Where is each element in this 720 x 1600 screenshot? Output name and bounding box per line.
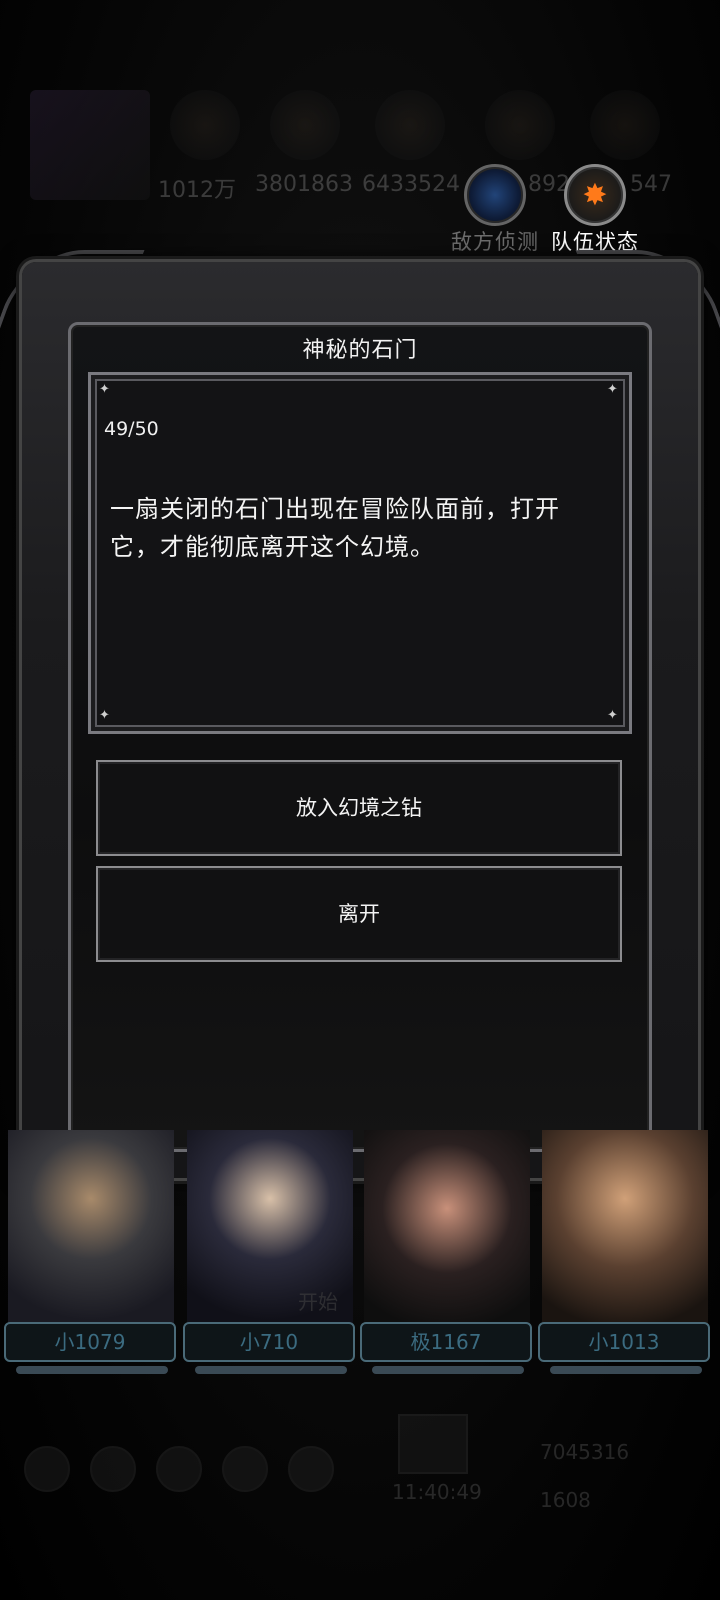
hero-energy-bar — [16, 1366, 168, 1374]
corner-star-icon: ✦ — [607, 708, 618, 723]
resource-icon — [590, 90, 660, 160]
enemy-scout-button[interactable]: 敌方侦测 — [440, 164, 550, 254]
team-status-button[interactable]: ✸ 队伍状态 — [540, 164, 650, 254]
hero-energy-bar — [195, 1366, 347, 1374]
menu-icon — [222, 1446, 268, 1492]
choice-insert-diamond-button[interactable]: 放入幻境之钻 — [96, 760, 622, 856]
menu-icon — [288, 1446, 334, 1492]
enemy-scout-label: 敌方侦测 — [451, 230, 539, 254]
story-line: 一扇关闭的石门出现在冒险队面前，打开 — [110, 495, 560, 523]
resource-value: 1012万 — [158, 178, 236, 203]
enemy-scout-icon — [464, 164, 526, 226]
story-line: 它，才能彻底离开这个幻境。 — [110, 533, 435, 561]
menu-icon — [156, 1446, 202, 1492]
resource-icon — [270, 90, 340, 160]
resource-icon — [170, 90, 240, 160]
flame-icon: ✸ — [564, 164, 626, 226]
menu-icon — [90, 1446, 136, 1492]
hero-name-plate[interactable]: 小710 — [183, 1322, 355, 1362]
start-label: 开始 — [298, 1290, 338, 1314]
corner-star-icon: ✦ — [99, 708, 110, 723]
story-text: 一扇关闭的石门出现在冒险队面前，打开 它，才能彻底离开这个幻境。 — [110, 490, 610, 566]
hero-energy-bar — [372, 1366, 524, 1374]
gem-value: 1608 — [540, 1488, 591, 1512]
hero-name-plate[interactable]: 极1167 — [360, 1322, 532, 1362]
gold-value: 7045316 — [540, 1440, 630, 1464]
clock: 11:40:49 — [392, 1480, 482, 1504]
corner-star-icon: ✦ — [607, 382, 618, 397]
event-progress: 49/50 — [104, 418, 159, 440]
choice-leave-button[interactable]: 离开 — [96, 866, 622, 962]
menu-icon — [24, 1446, 70, 1492]
resource-icon — [485, 90, 555, 160]
hero-energy-bar — [550, 1366, 702, 1374]
hero-portrait — [542, 1130, 708, 1326]
corner-star-icon: ✦ — [99, 382, 110, 397]
hero-name-plate[interactable]: 小1079 — [4, 1322, 176, 1362]
hero-portrait — [8, 1130, 174, 1326]
hero-portrait — [364, 1130, 530, 1326]
hero-name-plate[interactable]: 小1013 — [538, 1322, 710, 1362]
dialog-title: 神秘的石门 — [302, 338, 418, 363]
chest-icon — [398, 1414, 468, 1474]
resource-icon — [375, 90, 445, 160]
resource-value: 3801863 — [255, 172, 353, 197]
